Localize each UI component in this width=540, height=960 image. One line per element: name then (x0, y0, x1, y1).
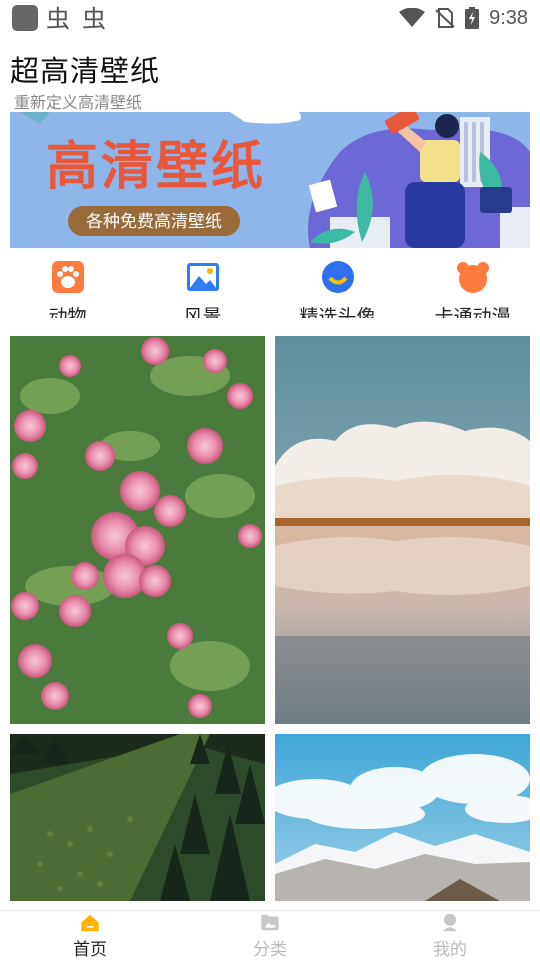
wallpaper-image (10, 734, 265, 901)
paw-icon (51, 261, 84, 293)
landscape-image-icon (186, 263, 219, 291)
bug-notification-icon: 虫 (46, 5, 70, 31)
app-subtitle: 重新定义高清壁纸 (14, 93, 143, 112)
notification-icons: 虫 虫 (12, 5, 110, 31)
nav-label: 分类 (253, 940, 287, 960)
app-notification-icon (12, 5, 38, 31)
category-label: 风景 (183, 306, 222, 318)
wallpaper-image (10, 336, 265, 724)
wifi-icon (399, 8, 426, 27)
nav-category[interactable]: 分类 (180, 911, 360, 960)
wallpaper-tile-mountains[interactable] (275, 734, 530, 901)
bug-notification-icon: 虫 (82, 5, 106, 31)
svg-text:虫: 虫 (82, 5, 106, 31)
nav-home[interactable]: 首页 (0, 911, 180, 960)
category-row: 动物 风景 精选头像 卡通动漫 (0, 248, 540, 318)
category-label: 精选头像 (299, 306, 376, 318)
battery-charging-icon (465, 7, 480, 29)
category-icon (261, 914, 279, 931)
wallpaper-grid (10, 336, 530, 901)
home-icon (81, 914, 99, 932)
promo-banner[interactable]: 高清壁纸 各种免费高清壁纸 (10, 112, 530, 248)
category-label: 卡通动漫 (434, 306, 511, 318)
wallpaper-tile-forest[interactable] (10, 734, 265, 901)
no-sim-icon (435, 8, 455, 28)
nav-label: 首页 (73, 940, 107, 960)
category-label: 动物 (48, 306, 87, 318)
banner-tagline: 各种免费高清壁纸 (86, 212, 222, 232)
avatar-icon (321, 261, 354, 293)
cartoon-bear-icon (456, 262, 489, 293)
nav-label: 我的 (433, 940, 467, 960)
status-bar: 虫 虫 9:38 (0, 0, 540, 36)
svg-text:虫: 虫 (46, 5, 70, 31)
app-title: 超高清壁纸 (10, 54, 161, 88)
wallpaper-tile-lake[interactable] (275, 336, 530, 724)
nav-profile[interactable]: 我的 (360, 911, 540, 960)
banner-illustration: 高清壁纸 各种免费高清壁纸 (10, 112, 530, 248)
wallpaper-image (275, 734, 530, 901)
wallpaper-image (275, 336, 530, 724)
bottom-navigation: 首页 分类 我的 (0, 910, 540, 960)
category-cartoon[interactable]: 卡通动漫 (405, 248, 540, 318)
wallpaper-tile-roses[interactable] (10, 336, 265, 724)
clock-time: 9:38 (489, 6, 528, 29)
category-animals[interactable]: 动物 (0, 248, 135, 318)
profile-icon (443, 913, 457, 932)
category-scenery[interactable]: 风景 (135, 248, 270, 318)
banner-headline: 高清壁纸 (46, 137, 266, 197)
category-avatars[interactable]: 精选头像 (270, 248, 405, 318)
